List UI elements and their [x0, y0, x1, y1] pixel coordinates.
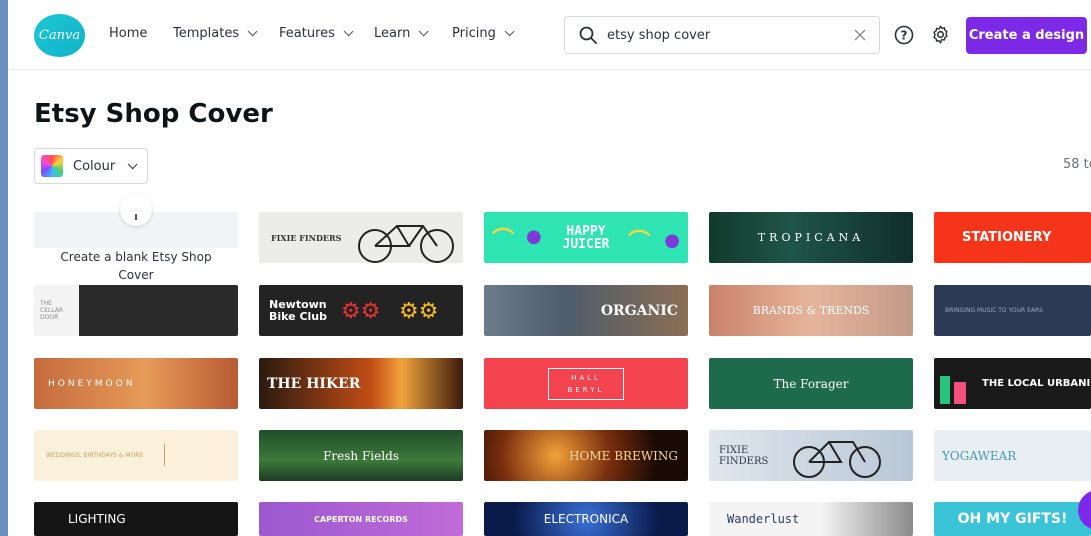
nav-pricing-label: Pricing [452, 26, 496, 41]
template-title: TROPICANA [757, 231, 865, 244]
nav-pricing[interactable]: Pricing [452, 26, 515, 41]
template-title: YOGAWEAR [942, 448, 1017, 463]
create-blank-label: Create a blank Etsy Shop Cover [34, 248, 238, 284]
template-tile[interactable]: LIGHTING [34, 502, 238, 536]
help-icon[interactable]: ? [894, 25, 914, 45]
template-tile[interactable]: ELECTRONICA [484, 502, 688, 536]
plus-icon [120, 194, 152, 226]
template-tile[interactable]: CAPERTON RECORDS [259, 502, 463, 536]
nav-features[interactable]: Features [279, 26, 354, 41]
template-tile[interactable]: Newtown Bike Club ⚙⚙ ⚙⚙ [259, 285, 463, 336]
template-title: Newtown Bike Club [269, 297, 328, 323]
nav-home-label: Home [109, 26, 148, 41]
page-title: Etsy Shop Cover [34, 99, 273, 129]
template-title: The Forager [773, 376, 849, 391]
template-tile[interactable]: ⌒ ● HAPPY JUICER ⌒ ● [484, 212, 688, 263]
template-tile[interactable]: BRINGING MUSIC TO YOUR EARS [934, 285, 1091, 336]
template-tile[interactable]: ORGANIC [484, 285, 688, 336]
template-tile[interactable]: The Forager [709, 358, 913, 409]
template-tile[interactable]: Wanderlust [709, 502, 913, 536]
chevron-down-icon [343, 26, 354, 37]
colour-swatch-icon [41, 155, 63, 177]
template-title: THE CELLAR DOOR [40, 300, 64, 321]
template-title: THE LOCAL URBANIST [982, 378, 1091, 389]
grape-graphic: ● [664, 230, 680, 251]
canva-logo[interactable]: Canva [34, 14, 85, 57]
template-title: WEDDINGS, BIRTHDAYS & MORE [46, 452, 144, 459]
template-tile[interactable]: FIXIE FINDERS [259, 212, 463, 263]
template-tile[interactable]: THE CELLAR DOOR [34, 285, 238, 336]
template-tile[interactable]: YOGAWEAR [934, 430, 1091, 481]
template-title: THE HIKER [267, 375, 361, 392]
template-tile[interactable]: OH MY GIFTS! [934, 502, 1091, 536]
template-title: HONEYMOON [48, 378, 136, 389]
chevron-down-icon [419, 26, 429, 37]
template-tile[interactable]: Fresh Fields [259, 430, 463, 481]
template-title: ELECTRONICA [543, 512, 629, 526]
template-tile[interactable]: THE HIKER [259, 358, 463, 409]
gear-icon[interactable] [930, 24, 951, 45]
nav-home[interactable]: Home [109, 26, 147, 41]
chevron-down-icon [504, 26, 515, 37]
banana-graphic: ⌒ [627, 230, 650, 255]
building-graphic [954, 382, 966, 404]
template-tile[interactable]: WEDDINGS, BIRTHDAYS & MORE [34, 430, 238, 481]
top-navbar: Canva Home Templates Features Learn Pric… [8, 0, 1091, 70]
cyclist-graphic: ⚙⚙ [341, 299, 381, 324]
template-tile[interactable]: HALL BERYL [484, 358, 688, 409]
colour-filter-button[interactable]: Colour [34, 148, 148, 184]
template-title: HALL BERYL [548, 367, 624, 400]
create-design-button[interactable]: Create a design [966, 17, 1087, 54]
search-icon [579, 26, 597, 44]
nav-templates-label: Templates [173, 26, 240, 41]
page: Canva Home Templates Features Learn Pric… [8, 0, 1091, 536]
template-tile[interactable]: STATIONERY [934, 212, 1091, 263]
template-tile[interactable]: BRANDS & TRENDS [709, 285, 913, 336]
search-input[interactable] [607, 25, 837, 45]
template-count: 58 te [1063, 157, 1091, 172]
nav-templates[interactable]: Templates [173, 26, 258, 41]
divider [164, 444, 165, 466]
nav-learn-label: Learn [374, 26, 411, 41]
nav-features-label: Features [279, 26, 335, 41]
create-blank-tile[interactable]: Create a blank Etsy Shop Cover [34, 194, 238, 284]
template-tile[interactable]: THE LOCAL URBANIST [934, 358, 1091, 409]
template-title: HOME BREWING [569, 448, 678, 463]
bicycle-graphic [358, 225, 454, 263]
building-graphic [940, 376, 950, 404]
template-tile[interactable]: HONEYMOON [34, 358, 238, 409]
template-title: CAPERTON RECORDS [314, 514, 408, 524]
template-tile[interactable]: FIXIE FINDERS [709, 430, 913, 481]
template-tile[interactable]: HOME BREWING [484, 430, 688, 481]
template-title: HAPPY JUICER [562, 223, 610, 252]
template-tile[interactable]: TROPICANA [709, 212, 913, 263]
chevron-down-icon [127, 158, 138, 169]
template-title: FIXIE FINDERS [719, 444, 769, 467]
template-title: BRINGING MUSIC TO YOUR EARS [945, 306, 1043, 314]
nav-learn[interactable]: Learn [374, 26, 429, 41]
template-title: Fresh Fields [323, 448, 399, 463]
template-title: FIXIE FINDERS [271, 232, 342, 243]
template-title: STATIONERY [962, 230, 1052, 245]
svg-text:?: ? [901, 29, 908, 43]
cyclist-graphic: ⚙⚙ [399, 299, 439, 324]
template-title: LIGHTING [68, 512, 126, 526]
template-title: ORGANIC [600, 302, 678, 319]
grape-graphic: ● [526, 226, 542, 247]
template-title: BRANDS & TRENDS [752, 304, 870, 317]
close-icon[interactable] [853, 28, 867, 42]
banana-graphic: ⌒ [492, 228, 515, 253]
template-title: OH MY GIFTS! [957, 511, 1068, 527]
bicycle-graphic [793, 441, 881, 478]
template-title: Wanderlust [727, 512, 800, 526]
chevron-down-icon [247, 26, 258, 37]
search-box [564, 16, 880, 54]
colour-filter-label: Colour [73, 158, 116, 174]
